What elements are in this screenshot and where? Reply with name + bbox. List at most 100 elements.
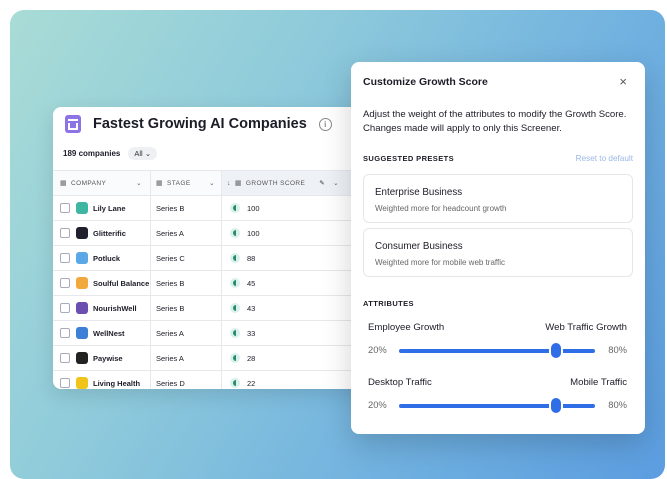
company-name[interactable]: Paywise <box>93 354 123 363</box>
score-indicator-icon <box>230 328 240 338</box>
score-indicator-icon <box>230 303 240 313</box>
score-value: 88 <box>247 253 256 263</box>
attr-left-label: Desktop Traffic <box>368 377 432 388</box>
company-logo-icon <box>76 227 88 239</box>
modal-title: Customize Growth Score <box>363 76 488 88</box>
company-name[interactable]: Potluck <box>93 254 120 263</box>
score-indicator-icon <box>230 378 240 388</box>
table-row[interactable]: Lily Lane Series B 100 <box>53 195 383 221</box>
stage-value: Series A <box>156 328 184 338</box>
company-cell[interactable]: WellNest <box>53 320 151 346</box>
attr-left-label: Employee Growth <box>368 322 445 333</box>
stage-value: Series C <box>156 253 185 263</box>
company-cell[interactable]: Living Health <box>53 370 151 389</box>
list-app-icon <box>65 115 81 133</box>
score-indicator-icon <box>230 253 240 263</box>
company-name[interactable]: Lily Lane <box>93 204 126 213</box>
row-checkbox[interactable] <box>60 278 70 288</box>
company-cell[interactable]: Glitterific <box>53 220 151 246</box>
stage-value: Series B <box>156 303 185 313</box>
preset-consumer[interactable]: Consumer Business Weighted more for mobi… <box>363 228 633 277</box>
company-cell[interactable]: Soulful Balance <box>53 270 151 296</box>
company-name[interactable]: NourishWell <box>93 304 137 313</box>
table-header: Fastest Growing AI Companies i <box>65 115 332 133</box>
table-row[interactable]: Soulful Balance Series B 45 <box>53 270 383 296</box>
attr-left-pct: 20% <box>368 344 387 355</box>
row-checkbox[interactable] <box>60 328 70 338</box>
row-checkbox[interactable] <box>60 378 70 388</box>
slider-handle[interactable] <box>550 343 561 358</box>
filter-dropdown[interactable]: All ⌄ <box>128 147 158 160</box>
count-row: 189 companies All ⌄ <box>63 147 158 160</box>
modal-description: Adjust the weight of the attributes to m… <box>363 109 627 134</box>
stage-cell: Series B <box>150 195 222 221</box>
score-value: 43 <box>247 303 256 313</box>
stage-cell: Series C <box>150 245 222 271</box>
score-value: 100 <box>247 203 260 213</box>
column-label: COMPANY <box>71 179 107 187</box>
stage-value: Series B <box>156 278 185 288</box>
table-header-row: ▦ COMPANY ⌄ ▦ STAGE ⌄ ↓ ▦ GROWTH SCORE ✎ ⌄ <box>53 170 383 196</box>
customize-modal: Customize Growth Score × Adjust the weig… <box>351 62 645 434</box>
company-cell[interactable]: Lily Lane <box>53 195 151 221</box>
close-icon[interactable]: × <box>619 74 627 89</box>
company-count: 189 companies <box>63 149 121 158</box>
table-row[interactable]: Potluck Series C 88 <box>53 245 383 271</box>
chevron-down-icon: ⌄ <box>136 180 142 187</box>
stage-cell: Series B <box>150 295 222 321</box>
company-logo-icon <box>76 252 88 264</box>
row-checkbox[interactable] <box>60 228 70 238</box>
slider-handle[interactable] <box>550 398 561 413</box>
sort-down-icon: ↓ <box>227 179 231 187</box>
preset-enterprise[interactable]: Enterprise Business Weighted more for he… <box>363 174 633 223</box>
score-indicator-icon <box>230 278 240 288</box>
reset-button[interactable]: Reset to default <box>576 154 633 163</box>
column-company[interactable]: ▦ COMPANY ⌄ <box>53 170 151 196</box>
company-name[interactable]: Soulful Balance <box>93 279 149 288</box>
score-indicator-icon <box>230 353 240 363</box>
stage-cell: Series A <box>150 345 222 371</box>
desktop-mobile-slider[interactable] <box>399 398 595 413</box>
preset-desc: Weighted more for mobile web traffic <box>375 258 505 267</box>
pencil-icon[interactable]: ✎ <box>319 179 325 187</box>
score-value: 33 <box>247 328 256 338</box>
column-stage[interactable]: ▦ STAGE ⌄ <box>150 170 222 196</box>
grid-icon: ▦ <box>234 180 242 187</box>
employee-web-slider[interactable] <box>399 343 595 358</box>
table-row[interactable]: Living Health Series D 22 <box>53 370 383 389</box>
attr-right-pct: 80% <box>608 399 627 410</box>
row-checkbox[interactable] <box>60 303 70 313</box>
row-checkbox[interactable] <box>60 253 70 263</box>
attr-right-label: Mobile Traffic <box>570 377 627 388</box>
company-cell[interactable]: Paywise <box>53 345 151 371</box>
company-logo-icon <box>76 352 88 364</box>
company-name[interactable]: WellNest <box>93 329 125 338</box>
company-name[interactable]: Living Health <box>93 379 140 388</box>
score-value: 100 <box>247 228 260 238</box>
company-logo-icon <box>76 302 88 314</box>
company-logo-icon <box>76 327 88 339</box>
company-cell[interactable]: Potluck <box>53 245 151 271</box>
row-checkbox[interactable] <box>60 203 70 213</box>
stage-cell: Series B <box>150 270 222 296</box>
companies-table: ▦ COMPANY ⌄ ▦ STAGE ⌄ ↓ ▦ GROWTH SCORE ✎ ⌄ Lily … <box>53 170 383 389</box>
company-name[interactable]: Glitterific <box>93 229 126 238</box>
table-row[interactable]: Glitterific Series A 100 <box>53 220 383 246</box>
background: Fastest Growing AI Companies i 189 compa… <box>10 10 665 479</box>
company-cell[interactable]: NourishWell <box>53 295 151 321</box>
stage-cell: Series A <box>150 220 222 246</box>
table-row[interactable]: Paywise Series A 28 <box>53 345 383 371</box>
score-value: 22 <box>247 378 256 388</box>
presets-heading: SUGGESTED PRESETS <box>363 154 454 163</box>
table-row[interactable]: WellNest Series A 33 <box>53 320 383 346</box>
row-checkbox[interactable] <box>60 353 70 363</box>
attr-left-pct: 20% <box>368 399 387 410</box>
stage-cell: Series A <box>150 320 222 346</box>
stage-cell: Series D <box>150 370 222 389</box>
company-logo-icon <box>76 377 88 389</box>
score-indicator-icon <box>230 228 240 238</box>
info-icon[interactable]: i <box>318 117 332 131</box>
table-row[interactable]: NourishWell Series B 43 <box>53 295 383 321</box>
attr-right-label: Web Traffic Growth <box>545 322 627 333</box>
chevron-down-icon: ⌄ <box>209 180 215 187</box>
